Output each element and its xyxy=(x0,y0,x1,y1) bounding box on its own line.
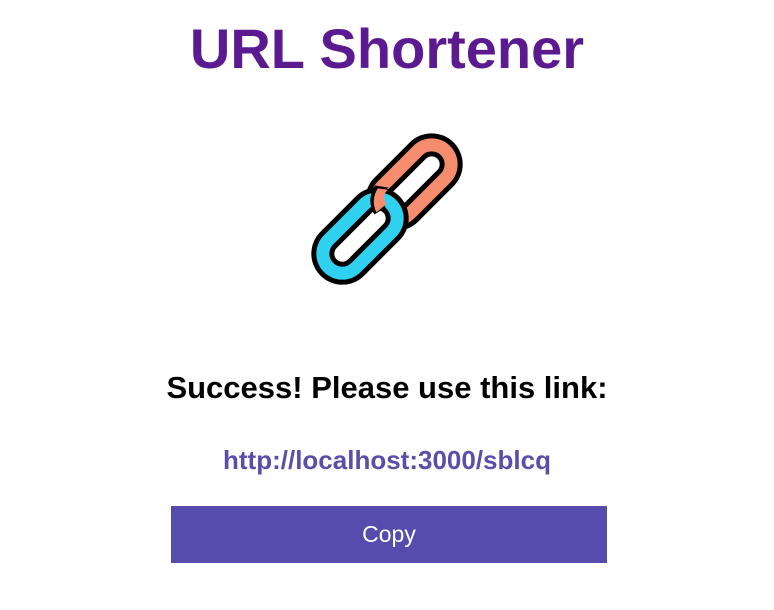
success-message: Success! Please use this link: xyxy=(166,370,608,405)
copy-button[interactable]: Copy xyxy=(171,506,607,563)
chain-link-icon xyxy=(311,133,463,285)
page-title: URL Shortener xyxy=(189,17,585,80)
url-shortener-page: URL Shortener Success! Please use this l… xyxy=(0,0,774,610)
short-url-link[interactable]: http://localhost:3000/sblcq xyxy=(0,444,774,476)
